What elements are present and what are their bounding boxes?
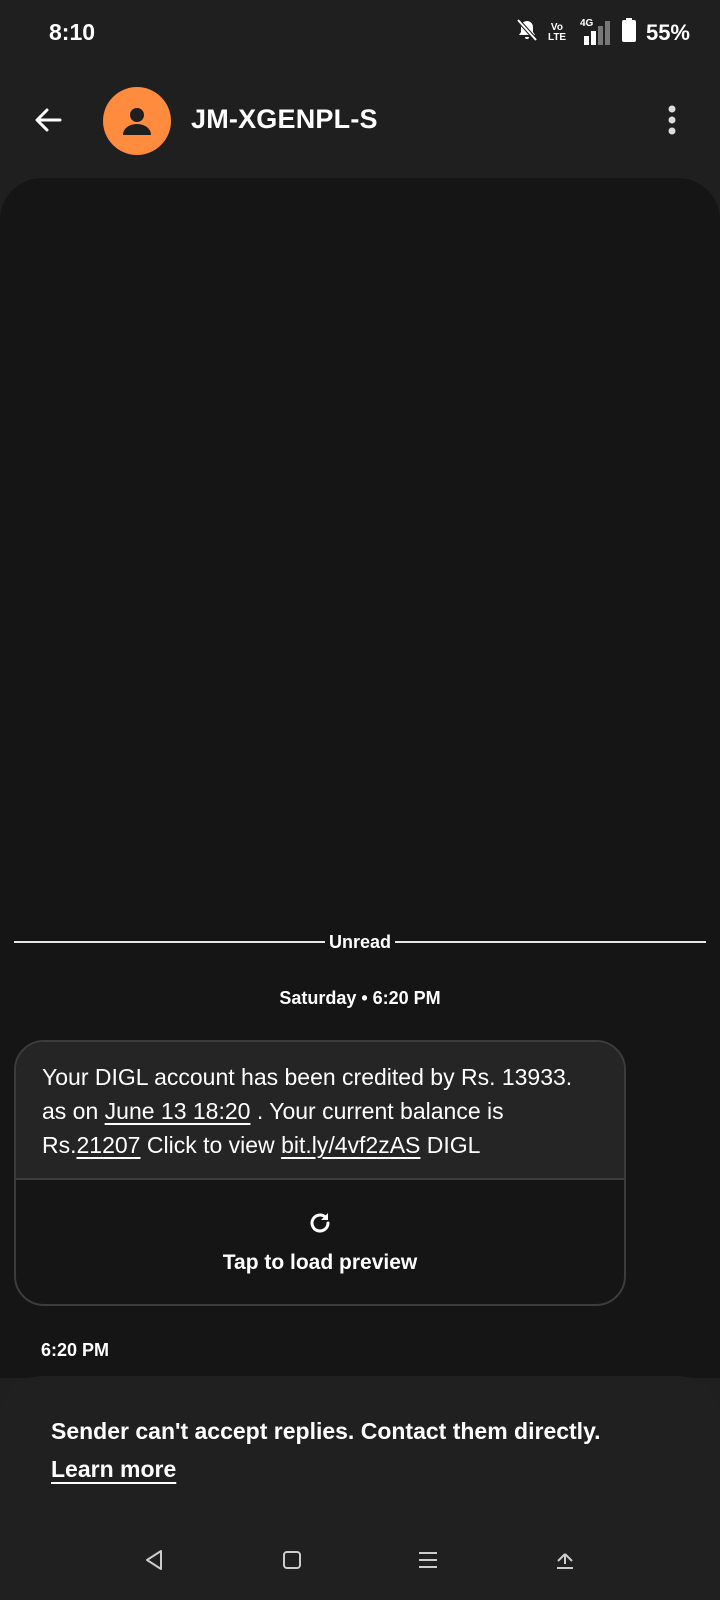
conversation-header: JM-XGENPL-S xyxy=(0,68,720,178)
divider-line-right xyxy=(395,941,707,943)
battery-percent: 55% xyxy=(645,19,690,45)
unread-divider: Unread xyxy=(14,931,707,952)
nav-recents-button[interactable] xyxy=(406,1538,450,1582)
message-list[interactable]: Unread Saturday • 6:20 PM Your DIGL acco… xyxy=(0,178,720,1378)
triangle-back-icon xyxy=(146,1550,162,1570)
refresh-icon xyxy=(310,1213,330,1233)
date-link[interactable]: June 13 18:20 xyxy=(105,1098,251,1124)
system-nav-bar xyxy=(0,1520,720,1600)
nav-back-button[interactable] xyxy=(132,1538,176,1582)
load-preview-label: Tap to load preview xyxy=(222,1251,418,1274)
message-bubble[interactable]: Your DIGL account has been credited by R… xyxy=(14,1040,626,1306)
volte-indicator: Vo LTE xyxy=(547,22,567,43)
battery-icon xyxy=(621,18,636,47)
notice-text: Sender can't accept replies. Contact the… xyxy=(51,1412,691,1488)
date-label: Saturday • 6:20 PM xyxy=(279,988,441,1008)
contact-avatar[interactable] xyxy=(103,87,171,155)
divider-line-left xyxy=(14,941,325,943)
balance-link[interactable]: 21207 xyxy=(77,1132,141,1158)
signal-icon: 4G xyxy=(576,18,612,46)
status-time: 8:10 xyxy=(49,19,96,45)
bell-muted-icon xyxy=(516,18,538,47)
nav-home-button[interactable] xyxy=(270,1538,314,1582)
contact-name[interactable]: JM-XGENPL-S xyxy=(191,104,378,135)
link-preview[interactable]: Tap to load preview xyxy=(16,1180,624,1304)
message-text-part: Click to view xyxy=(140,1132,282,1158)
nav-keyboard-button[interactable] xyxy=(543,1538,587,1582)
url-link[interactable]: bit.ly/4vf2zAS xyxy=(281,1132,420,1158)
menu-lines-icon xyxy=(419,1552,437,1568)
more-options-button[interactable] xyxy=(652,100,692,140)
messages-screen: 8:10 Vo LTE 4G 55% JM-XGENPL-S Unread Sa… xyxy=(0,0,720,1600)
message-text-part: DIGL xyxy=(420,1132,481,1158)
square-home-icon xyxy=(283,1551,301,1569)
arrow-left-icon xyxy=(35,108,62,132)
more-vert-icon xyxy=(668,105,676,135)
volte-bottom: LTE xyxy=(547,31,567,43)
notice-message: Sender can't accept replies. Contact the… xyxy=(51,1418,601,1444)
upload-icon xyxy=(557,1553,573,1569)
status-bar: 8:10 Vo LTE 4G 55% xyxy=(0,0,720,68)
status-icons: Vo LTE 4G 55% xyxy=(516,18,690,47)
message-text: Your DIGL account has been credited by R… xyxy=(16,1042,624,1180)
message-time: 6:20 PM xyxy=(41,1340,110,1360)
learn-more-link[interactable]: Learn more xyxy=(51,1456,176,1482)
person-icon xyxy=(123,108,151,135)
unread-label: Unread xyxy=(329,931,392,952)
back-button[interactable] xyxy=(28,100,68,140)
